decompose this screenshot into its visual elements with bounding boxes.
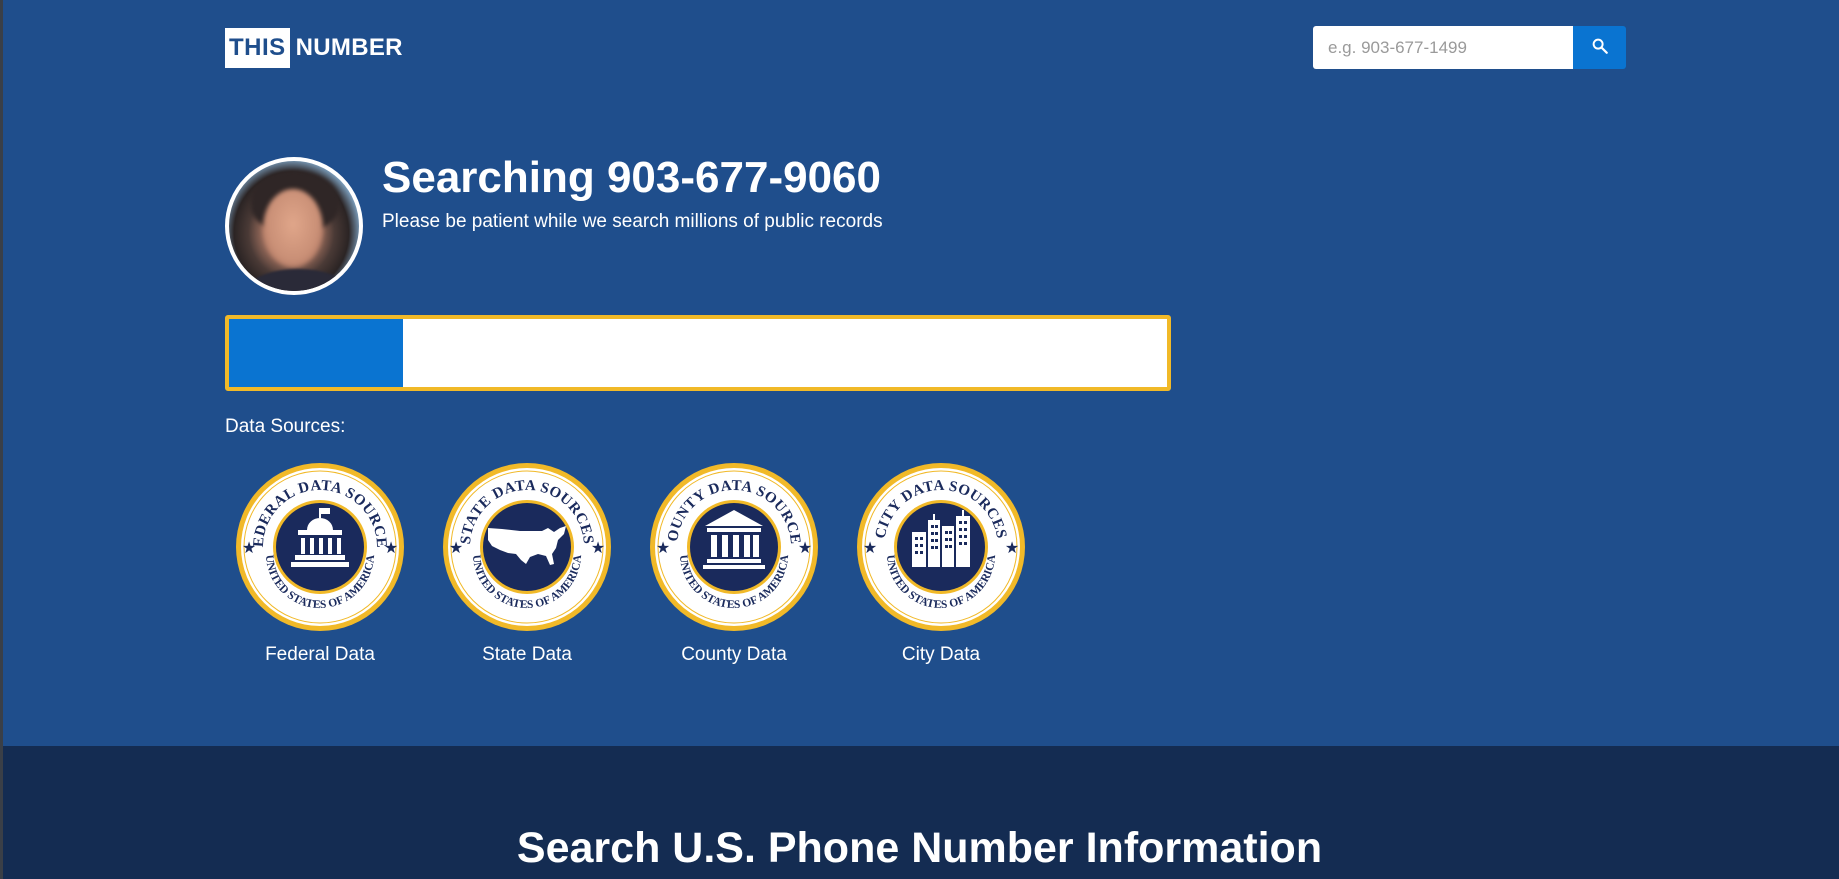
progress-fill — [229, 319, 404, 387]
svg-text:★: ★ — [384, 540, 398, 557]
phone-search-input[interactable] — [1313, 26, 1573, 69]
svg-text:★: ★ — [863, 540, 877, 557]
logo-this-text: THIS — [225, 28, 290, 68]
search-progress-bar — [225, 315, 1171, 391]
header-search — [1313, 26, 1626, 69]
county-seal-icon: COUNTY DATA SOURCES UNITED STATES OF AME… — [649, 462, 818, 631]
data-source-label: Federal Data — [265, 644, 375, 665]
svg-text:★: ★ — [449, 540, 463, 557]
data-source-label: County Data — [681, 644, 787, 665]
logo-number-text: NUMBER — [295, 34, 403, 61]
search-icon — [1591, 37, 1609, 58]
svg-text:★: ★ — [798, 540, 812, 557]
state-seal-icon: STATE DATA SOURCES UNITED STATES OF AMER… — [443, 463, 611, 631]
svg-text:★: ★ — [242, 540, 256, 557]
site-logo[interactable]: THIS NUMBER — [225, 28, 403, 68]
data-source-label: State Data — [482, 644, 572, 665]
city-seal-icon: CITY DATA SOURCES UNITED STATES OF AMERI… — [857, 463, 1025, 631]
data-source-county: COUNTY DATA SOURCES UNITED STATES OF AME… — [639, 462, 829, 667]
data-source-city: CITY DATA SOURCES UNITED STATES OF AMERI… — [846, 462, 1036, 667]
search-title: Searching 903-677-9060 — [382, 153, 881, 202]
data-sources-list: FEDERAL DATA SOURCES UNITED STATES OF AM… — [225, 462, 1085, 672]
site-header: THIS NUMBER — [225, 26, 1626, 70]
svg-text:★: ★ — [656, 540, 670, 557]
federal-seal-icon: FEDERAL DATA SOURCES UNITED STATES OF AM… — [235, 462, 404, 631]
avatar — [225, 157, 363, 295]
search-subtitle: Please be patient while we search millio… — [382, 211, 883, 232]
data-source-federal: FEDERAL DATA SOURCES UNITED STATES OF AM… — [225, 462, 415, 667]
search-button[interactable] — [1573, 26, 1626, 69]
lower-section-title: Search U.S. Phone Number Information — [516, 824, 1323, 872]
data-source-state: STATE DATA SOURCES UNITED STATES OF AMER… — [432, 462, 622, 667]
svg-text:★: ★ — [1005, 540, 1019, 557]
svg-text:★: ★ — [591, 540, 605, 557]
data-source-label: City Data — [901, 644, 981, 665]
data-sources-label: Data Sources: — [225, 416, 346, 437]
